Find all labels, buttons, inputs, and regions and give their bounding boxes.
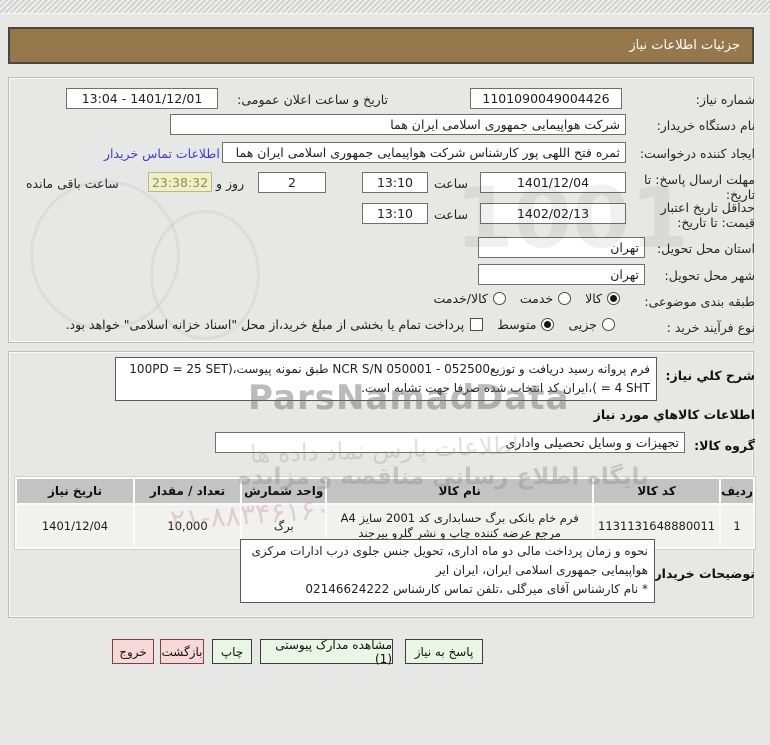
request-creator-label: ایجاد کننده درخواست: [639, 146, 755, 161]
top-texture-strip [0, 0, 770, 14]
radio-medium[interactable]: متوسط [497, 317, 555, 332]
delivery-city-label: شهر محل تحویل: [664, 268, 755, 283]
radio-goods-service-label: کالا/خدمت [433, 291, 488, 306]
announce-datetime-label: تاریخ و ساعت اعلان عمومی: [237, 92, 388, 107]
treasury-checkbox[interactable] [470, 318, 484, 331]
col-unit: واحد شمارش [242, 479, 326, 503]
price-validity-label: حداقل تاریخ اعتبار قیمت: تا تاریخ: [660, 200, 755, 230]
buyer-contact-link[interactable]: اطلاعات تماس خریدار [104, 146, 220, 161]
purchase-process-group: جزیی متوسط پرداخت تمام یا بخشی از مبلغ خ… [55, 317, 615, 332]
announce-datetime-field[interactable]: 1401/12/01 - 13:04 [66, 88, 218, 109]
radio-goods-label: کالا [585, 291, 602, 306]
subject-category-label: طبقه بندی موضوعی: [644, 294, 755, 309]
treasury-checkbox-item[interactable]: پرداخت تمام یا بخشی از مبلغ خرید،از محل … [66, 317, 484, 332]
need-number-label: شماره نیاز: [695, 92, 755, 107]
goods-group-field[interactable]: تجهیزات و وسایل تحصیلی واداری [215, 432, 685, 453]
radio-medium-label: متوسط [497, 317, 537, 332]
subject-category-group: کالا خدمت کالا/خدمت [408, 291, 620, 306]
radio-minor-circle[interactable] [602, 318, 615, 331]
radio-minor[interactable]: جزیی [568, 317, 615, 332]
view-attachments-button[interactable]: مشاهده مدارک پیوستی (1) [260, 638, 393, 666]
radio-service-label: خدمت [519, 291, 554, 306]
delivery-province-field[interactable]: تهران [478, 237, 645, 258]
col-need-date: تاریخ نیاز [17, 479, 133, 503]
radio-service-circle[interactable] [558, 292, 572, 305]
buyer-notes-box[interactable]: نحوه و زمان پرداخت مالی دو ماه اداری، تح… [240, 539, 655, 603]
hours-remaining-label: ساعت باقی مانده [26, 176, 119, 191]
page-title-text: جزئیات اطلاعات نیاز [629, 38, 740, 53]
radio-goods-service-circle[interactable] [492, 292, 506, 305]
treasury-checkbox-label: پرداخت تمام یا بخشی از مبلغ خرید،از محل … [65, 317, 465, 332]
need-description-box[interactable]: فرم پروانه رسید دریافت و توزیع052500 - N… [115, 357, 657, 401]
countdown-timer: 23:38:32 [148, 172, 212, 192]
col-item-name: نام کالا [327, 479, 593, 503]
buyer-notes-line2: * نام کارشناس آقای میرگلی ،تلفن تماس کار… [305, 582, 648, 596]
radio-service[interactable]: خدمت [519, 291, 572, 306]
col-item-code: کد کالا [594, 479, 720, 503]
col-quantity: تعداد / مقدار [134, 479, 241, 503]
radio-goods[interactable]: کالا [585, 291, 620, 306]
radio-goods-circle[interactable] [607, 292, 620, 305]
radio-minor-label: جزیی [568, 317, 597, 332]
col-row-number: ردیف [721, 479, 753, 503]
print-button[interactable]: چاپ [212, 639, 252, 664]
goods-table-header-row: ردیف کد کالا نام کالا واحد شمارش تعداد /… [17, 479, 753, 503]
remaining-days-field[interactable]: 2 [258, 172, 326, 193]
cell-quantity: 10,000 [134, 505, 241, 547]
deadline-date-field[interactable]: 1401/12/04 [480, 172, 626, 193]
response-deadline-label: مهلت ارسال پاسخ: تا تاریخ: [644, 172, 755, 202]
radio-goods-service[interactable]: کالا/خدمت [433, 291, 506, 306]
need-description-label: شرح کلي نیاز: [665, 368, 755, 383]
respond-button[interactable]: پاسخ به نیاز [405, 639, 483, 664]
radio-medium-circle[interactable] [541, 318, 555, 331]
delivery-city-field[interactable]: تهران [478, 264, 645, 285]
buyer-org-label: نام دستگاه خریدار: [656, 118, 755, 133]
buyer-notes-label: توضیحات خریدار: [649, 566, 755, 581]
need-number-field[interactable]: 1101090049004426 [470, 88, 622, 109]
buyer-notes-line1: نحوه و زمان پرداخت مالی دو ماه اداری، تح… [251, 544, 649, 577]
exit-button[interactable]: خروج [112, 639, 154, 664]
goods-group-label: گروه کالا: [694, 438, 755, 453]
purchase-process-label: نوع فرآیند خرید : [666, 320, 755, 335]
deadline-time-field[interactable]: 13:10 [362, 172, 428, 193]
validity-time-field[interactable]: 13:10 [362, 203, 428, 224]
need-details-page: جزئیات اطلاعات نیاز شماره نیاز: 11010900… [0, 0, 770, 745]
buyer-org-field[interactable]: شرکت هواپیمایی جمهوری اسلامی ایران هما [170, 114, 626, 135]
cell-row-number: 1 [721, 505, 753, 547]
delivery-province-label: استان محل تحویل: [656, 241, 755, 256]
cell-need-date: 1401/12/04 [17, 505, 133, 547]
page-title: جزئیات اطلاعات نیاز [8, 27, 754, 64]
request-creator-field[interactable]: ثمره فتح اللهی پور کارشناس شرکت هواپیمای… [222, 142, 626, 163]
deadline-hour-label: ساعت [433, 176, 468, 191]
validity-hour-label: ساعت [433, 207, 468, 222]
back-button[interactable]: بازگشت [160, 639, 204, 664]
goods-section-heading: اطلاعات کالاهاي مورد نیاز [593, 407, 755, 422]
validity-date-field[interactable]: 1402/02/13 [480, 203, 626, 224]
days-and-label: روز و [216, 176, 245, 191]
